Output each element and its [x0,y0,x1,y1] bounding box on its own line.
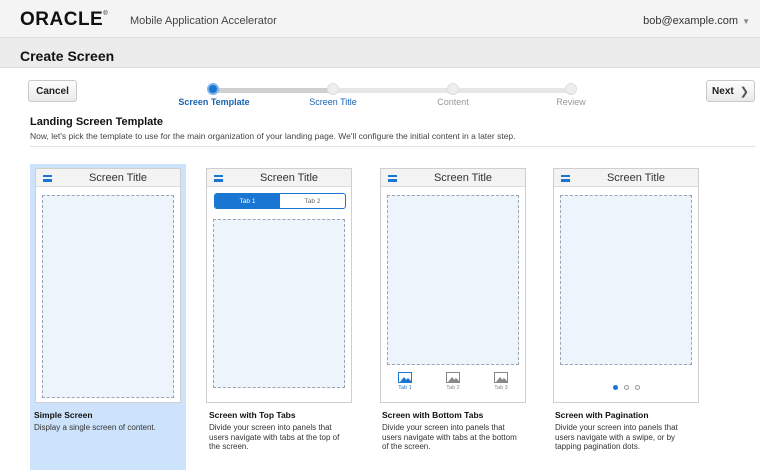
template-name: Screen with Top Tabs [209,410,296,420]
template-card-top-tabs[interactable]: Screen Title Tab 1 Tab 2 Screen with Top… [204,164,360,470]
app-name: Mobile Application Accelerator [130,15,277,27]
template-card-pagination[interactable]: Screen Title Screen with Pagination Divi… [550,164,706,470]
hamburger-menu-icon [214,175,223,182]
preview-bottom-tab-label: Tab 2 [446,385,460,391]
image-icon [494,372,508,383]
preview-title: Screen Title [88,172,148,184]
content-placeholder [213,219,345,388]
pagination-dot [623,385,629,390]
page-title: Create Screen [20,48,115,64]
top-tab-bar: Tab 1 Tab 2 [214,193,346,209]
preview-header: Screen Title [207,169,351,187]
hamburger-menu-icon [43,175,52,182]
phone-preview: Screen Title [35,168,181,403]
step-label-content: Content [437,97,469,107]
template-name: Simple Screen [34,410,93,420]
template-description: Divide your screen into panels that user… [555,423,678,451]
content-placeholder [560,195,692,365]
bottom-tab-bar: Tab 1 Tab 2 Tab 3 [381,372,525,398]
preview-bottom-tab-1: Tab 1 [390,372,420,398]
next-label: Next [712,85,734,97]
phone-preview: Screen Title Tab 1 Tab 2 Tab 3 [380,168,526,403]
step-stop-screen-template[interactable] [207,83,219,95]
divider [30,146,755,147]
phone-preview: Screen Title [553,168,699,403]
preview-header: Screen Title [381,169,525,187]
content-placeholder [387,195,519,365]
pagination-dot-active [612,385,618,390]
caret-down-icon: ▼ [742,17,750,26]
preview-title: Screen Title [606,172,666,184]
template-card-bottom-tabs[interactable]: Screen Title Tab 1 Tab 2 Tab 3 Screen wi… [377,164,533,470]
preview-tab-2: Tab 2 [304,197,321,205]
train-connector [336,88,450,93]
train-connector [214,88,330,93]
preview-title: Screen Title [259,172,319,184]
preview-bottom-tab-label: Tab 1 [398,385,412,391]
template-name: Screen with Bottom Tabs [382,410,484,420]
preview-header: Screen Title [36,169,180,187]
template-description: Display a single screen of content. [34,423,156,432]
oracle-logo: ORACLE® [20,9,109,30]
hamburger-menu-icon [561,175,570,182]
template-description: Divide your screen into panels that user… [382,423,517,451]
preview-title: Screen Title [433,172,493,184]
cancel-button[interactable]: Cancel [28,80,77,102]
step-label-review: Review [556,97,586,107]
template-description: Divide your screen into panels that user… [209,423,340,451]
user-menu[interactable]: bob@example.com ▼ [643,15,750,27]
preview-bottom-tab-2: Tab 2 [438,372,468,398]
content-placeholder [42,195,174,398]
image-icon [398,372,412,383]
user-email: bob@example.com [643,15,739,27]
step-stop-screen-title[interactable] [327,83,339,95]
next-button[interactable]: Next ❯ [706,80,755,102]
train-connector [456,88,568,93]
hamburger-menu-icon [388,175,397,182]
step-stop-review [565,83,577,95]
preview-tab-1: Tab 1 [215,194,280,208]
app-header: ORACLE® Mobile Application Accelerator b… [0,0,760,38]
chevron-right-icon: ❯ [739,85,749,98]
phone-preview: Screen Title Tab 1 Tab 2 [206,168,352,403]
step-label-screen-template[interactable]: Screen Template [164,97,264,107]
template-card-simple-screen[interactable]: Screen Title Simple Screen Display a sin… [30,164,186,470]
image-icon [446,372,460,383]
preview-bottom-tab-3: Tab 3 [486,372,516,398]
pagination-dots [554,385,698,390]
cancel-label: Cancel [36,85,69,97]
section-description: Now, let's pick the template to use for … [30,131,516,141]
section-title: Landing Screen Template [30,116,164,128]
pagination-dot [634,385,640,390]
template-name: Screen with Pagination [555,410,649,420]
step-label-screen-title[interactable]: Screen Title [283,97,383,107]
step-stop-content [447,83,459,95]
preview-bottom-tab-label: Tab 3 [494,385,508,391]
preview-header: Screen Title [554,169,698,187]
